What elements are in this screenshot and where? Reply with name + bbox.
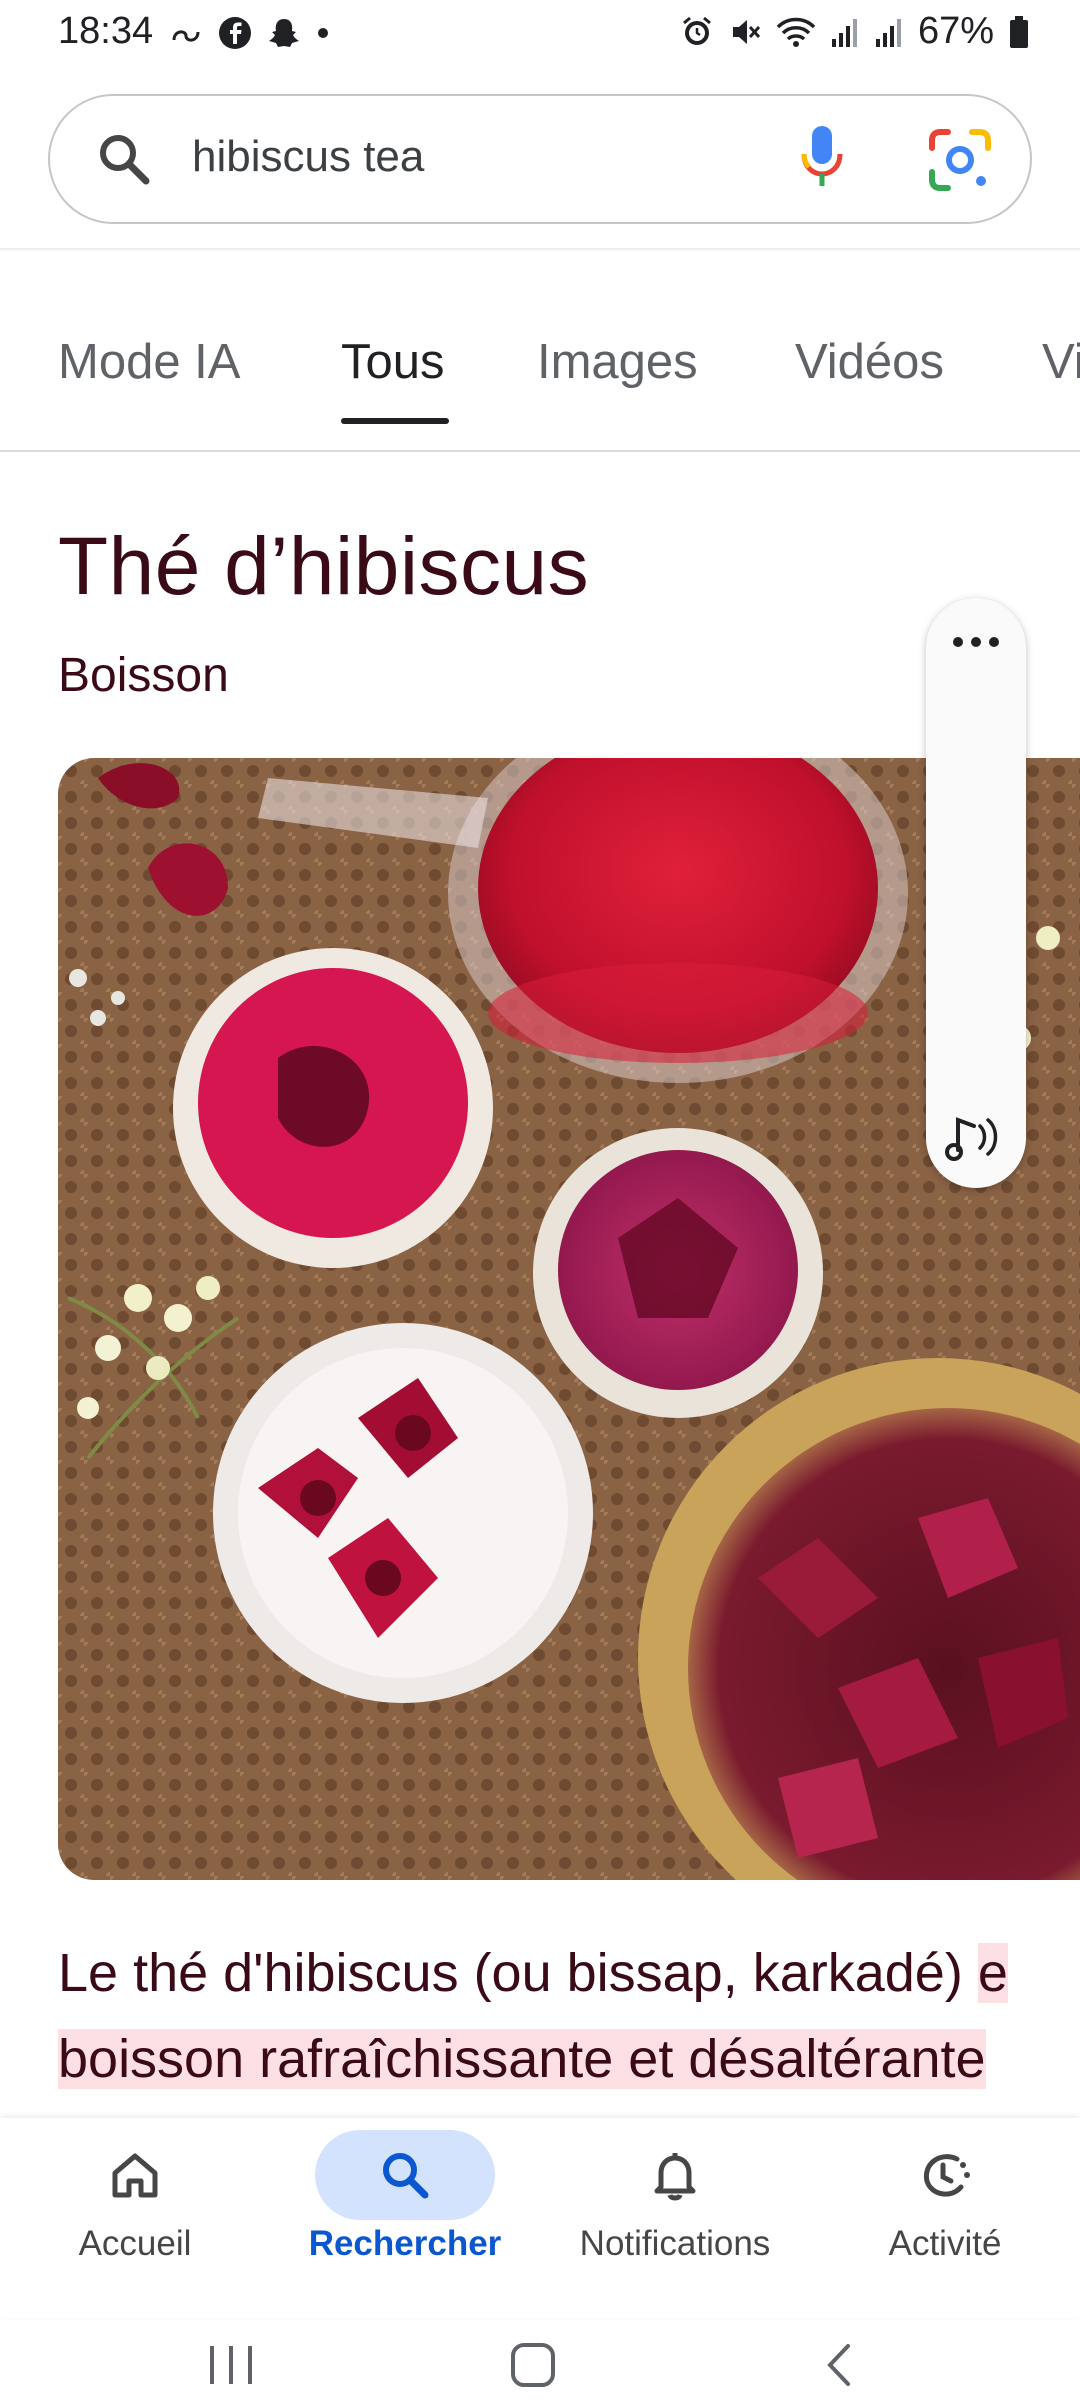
activity-icon bbox=[923, 2154, 970, 2197]
mute-icon bbox=[732, 19, 761, 44]
home-button-icon[interactable] bbox=[508, 2340, 558, 2390]
google-lens-icon[interactable] bbox=[926, 126, 994, 194]
nav-notifications-icon-wrap bbox=[585, 2130, 765, 2220]
tab-mode-ia[interactable]: Mode IA bbox=[58, 334, 240, 390]
tabs-divider bbox=[0, 450, 1080, 452]
nav-rechercher[interactable]: Rechercher bbox=[270, 2118, 540, 2318]
microphone-icon[interactable] bbox=[796, 120, 848, 198]
description-text-1a: Le thé d'hibiscus (ou bissap, karkadé) bbox=[58, 1943, 978, 2003]
active-tab-indicator bbox=[341, 418, 449, 424]
search-input[interactable]: hibiscus tea bbox=[48, 94, 1032, 224]
header-divider bbox=[0, 248, 1080, 252]
nav-accueil-icon-wrap bbox=[45, 2130, 225, 2220]
status-time: 18:34 bbox=[58, 10, 154, 52]
nav-activite-icon-wrap bbox=[855, 2130, 1035, 2220]
search-query-text[interactable]: hibiscus tea bbox=[192, 132, 424, 182]
entity-type: Boisson bbox=[58, 649, 229, 702]
nav-notifications[interactable]: Notifications bbox=[540, 2118, 810, 2318]
battery-percent: 67% bbox=[917, 10, 994, 52]
tab-videos[interactable]: Vidéos bbox=[795, 334, 944, 390]
status-bar: 18:34 67% bbox=[0, 0, 1080, 72]
nav-activite[interactable]: Activité bbox=[810, 2118, 1080, 2318]
tab-tous[interactable]: Tous bbox=[341, 334, 445, 390]
nav-accueil-label: Accueil bbox=[78, 2224, 192, 2263]
description-line-1: Le thé d'hibiscus (ou bissap, karkadé) e bbox=[58, 1930, 1080, 2016]
tab-images[interactable]: Images bbox=[537, 334, 698, 390]
nav-rechercher-icon-wrap bbox=[315, 2130, 495, 2220]
signal-icon-2 bbox=[875, 18, 901, 47]
nav-activite-label: Activité bbox=[888, 2224, 1002, 2263]
recent-apps-icon[interactable] bbox=[206, 2342, 256, 2388]
facebook-icon bbox=[219, 17, 251, 49]
link-icon bbox=[172, 30, 200, 42]
back-icon[interactable] bbox=[820, 2340, 856, 2390]
wifi-icon bbox=[776, 17, 816, 47]
tab-more[interactable]: Vi bbox=[1042, 334, 1080, 390]
entity-description: Le thé d'hibiscus (ou bissap, karkadé) e… bbox=[58, 1930, 1080, 2102]
alarm-icon bbox=[682, 16, 711, 45]
system-navigation-bar bbox=[0, 2318, 1080, 2408]
battery-icon bbox=[1010, 15, 1028, 48]
home-icon bbox=[112, 2153, 158, 2198]
description-line-2: boisson rafraîchissante et désaltérante bbox=[58, 2016, 1080, 2102]
search-icon bbox=[100, 135, 150, 185]
snapchat-icon bbox=[269, 19, 299, 47]
description-highlight-2: boisson rafraîchissante et désaltérante bbox=[58, 2029, 986, 2089]
more-options-icon[interactable] bbox=[950, 632, 1002, 652]
nav-rechercher-label: Rechercher bbox=[308, 2224, 502, 2263]
listen-audio-icon[interactable] bbox=[944, 1106, 1008, 1166]
signal-icon bbox=[831, 18, 857, 47]
bottom-navigation: Accueil Rechercher Notifications Activit… bbox=[0, 2118, 1080, 2318]
status-notification-icons bbox=[170, 16, 330, 50]
nav-notifications-label: Notifications bbox=[579, 2224, 771, 2263]
page-title: Thé d’hibiscus bbox=[58, 521, 590, 612]
status-system-icons: 67% bbox=[680, 10, 1030, 53]
bell-icon bbox=[654, 2153, 696, 2201]
nav-accueil[interactable]: Accueil bbox=[0, 2118, 270, 2318]
floating-action-pill bbox=[926, 598, 1026, 1188]
search-tabs: Mode IA Tous Images Vidéos Vi bbox=[0, 320, 1080, 452]
dot-icon bbox=[318, 28, 328, 38]
search-icon bbox=[383, 2153, 429, 2199]
description-highlight-1: e bbox=[977, 1943, 1008, 2003]
